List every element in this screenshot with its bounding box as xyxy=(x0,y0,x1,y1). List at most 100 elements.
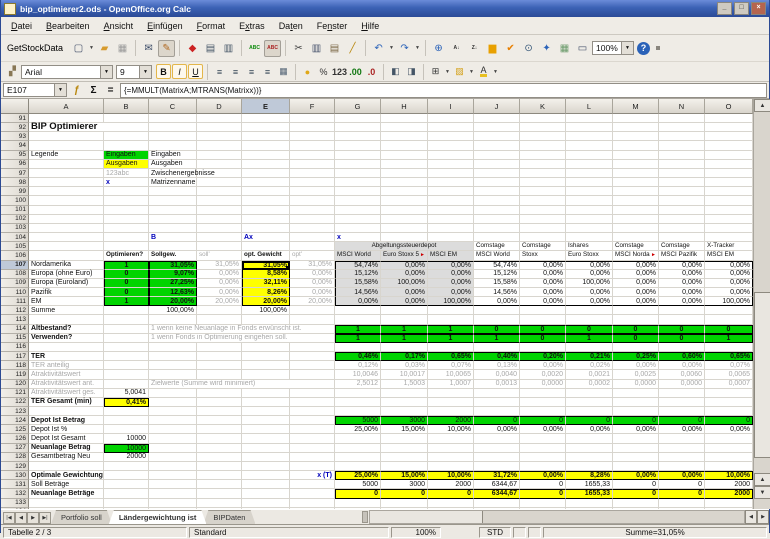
cell-H125[interactable]: 15,00% xyxy=(381,425,428,434)
cell-H94[interactable] xyxy=(381,141,428,150)
cell-G112[interactable] xyxy=(335,306,381,315)
cell-O99[interactable] xyxy=(705,187,753,196)
cell-A110[interactable]: Pazifik xyxy=(29,288,104,297)
row-header-113[interactable]: 113 xyxy=(1,315,29,324)
cell-K130[interactable]: 0,00% xyxy=(520,471,566,480)
row-header-108[interactable]: 108 xyxy=(1,270,29,279)
cell-I128[interactable] xyxy=(428,453,474,462)
cell-I115[interactable]: 1 xyxy=(428,334,474,343)
cell-M132[interactable]: 0 xyxy=(613,489,659,498)
cell-F122[interactable] xyxy=(290,398,335,407)
cell-B101[interactable] xyxy=(104,206,149,215)
cell-G116[interactable] xyxy=(335,343,381,352)
row-header-95[interactable]: 95 xyxy=(1,151,29,160)
cell-K125[interactable]: 0,00% xyxy=(520,425,566,434)
row-header-121[interactable]: 121 xyxy=(1,389,29,398)
row-header-124[interactable]: 124 xyxy=(1,416,29,425)
cell-F116[interactable] xyxy=(290,343,335,352)
cell-M124[interactable]: 0 xyxy=(613,416,659,425)
cell-H106[interactable]: Euro Stoxx 5► xyxy=(381,251,428,260)
cell-G126[interactable] xyxy=(335,434,381,443)
cell-N115[interactable]: 0 xyxy=(659,334,705,343)
cell-N100[interactable] xyxy=(659,196,705,205)
cell-A121[interactable]: Atraktivitätswert ges. xyxy=(29,389,104,398)
cell-G111[interactable]: 0,00% xyxy=(335,297,381,306)
cell-K117[interactable]: 0,20% xyxy=(520,352,566,361)
cell-D128[interactable] xyxy=(197,453,242,462)
cell-F107[interactable]: 31,05% xyxy=(290,261,335,270)
horizontal-scroll-thumb[interactable] xyxy=(370,511,483,523)
cell-O102[interactable] xyxy=(705,215,753,224)
row-header-107[interactable]: 107 xyxy=(1,261,29,270)
row-header-103[interactable]: 103 xyxy=(1,224,29,233)
cell-D95[interactable] xyxy=(197,151,242,160)
decrease-indent-icon[interactable]: ◧ xyxy=(388,64,403,79)
cell-K93[interactable] xyxy=(520,132,566,141)
cell-D112[interactable] xyxy=(197,306,242,315)
cell-A100[interactable] xyxy=(29,196,104,205)
cell-F112[interactable] xyxy=(290,306,335,315)
cell-B111[interactable]: 1 xyxy=(104,297,149,306)
row-header-127[interactable]: 127 xyxy=(1,444,29,453)
cell-G92[interactable] xyxy=(335,123,381,132)
cell-A108[interactable]: Europa (ohne Euro) xyxy=(29,270,104,279)
cell-B130[interactable] xyxy=(104,471,149,480)
navigator-icon[interactable]: ✦ xyxy=(538,40,555,57)
cell-C110[interactable]: 12,63% xyxy=(149,288,197,297)
cell-O121[interactable] xyxy=(705,389,753,398)
cell-C104[interactable]: B xyxy=(149,233,197,242)
align-left-icon[interactable]: ≡ xyxy=(212,64,227,79)
cell-G122[interactable] xyxy=(335,398,381,407)
cell-J111[interactable]: 0,00% xyxy=(474,297,520,306)
cell-K97[interactable] xyxy=(520,169,566,178)
row-header-125[interactable]: 125 xyxy=(1,425,29,434)
cell-A106[interactable] xyxy=(29,251,104,260)
cell-K101[interactable] xyxy=(520,206,566,215)
cell-A94[interactable] xyxy=(29,141,104,150)
cell-I132[interactable]: 0 xyxy=(428,489,474,498)
cell-J103[interactable] xyxy=(474,224,520,233)
tab-splitter-handle[interactable] xyxy=(362,511,368,523)
align-right-icon[interactable]: ≡ xyxy=(244,64,259,79)
cell-I125[interactable]: 10,00% xyxy=(428,425,474,434)
cell-F121[interactable] xyxy=(290,389,335,398)
cell-L132[interactable]: 1655,33 xyxy=(566,489,613,498)
row-header-116[interactable]: 116 xyxy=(1,343,29,352)
cell-J131[interactable]: 6344,67 xyxy=(474,480,520,489)
cell-L133[interactable] xyxy=(566,499,613,508)
cell-N92[interactable] xyxy=(659,123,705,132)
getstockdata-button[interactable]: GetStockData xyxy=(5,42,69,54)
cell-B102[interactable] xyxy=(104,215,149,224)
cell-I100[interactable] xyxy=(428,196,474,205)
cell-C100[interactable] xyxy=(149,196,197,205)
cell-F127[interactable] xyxy=(290,444,335,453)
cell-M128[interactable] xyxy=(613,453,659,462)
cell-D134[interactable] xyxy=(197,508,242,509)
cell-J93[interactable] xyxy=(474,132,520,141)
cell-M96[interactable] xyxy=(613,160,659,169)
cell-A133[interactable] xyxy=(29,499,104,508)
cell-G117[interactable]: 0,46% xyxy=(335,352,381,361)
cell-O94[interactable] xyxy=(705,141,753,150)
cell-J118[interactable]: 0,13% xyxy=(474,361,520,370)
cell-D118[interactable] xyxy=(197,361,242,370)
cell-L131[interactable]: 1655,33 xyxy=(566,480,613,489)
cell-O115[interactable]: 1 xyxy=(705,334,753,343)
cell-F104[interactable] xyxy=(290,233,335,242)
cell-L120[interactable]: 0,0002 xyxy=(566,380,613,389)
email-icon[interactable]: ✉ xyxy=(140,40,157,57)
cell-G115[interactable]: 1 xyxy=(335,334,381,343)
name-box[interactable]: E107 ▼ xyxy=(3,83,67,97)
cell-D103[interactable] xyxy=(197,224,242,233)
cell-G103[interactable] xyxy=(335,224,381,233)
cell-E112[interactable]: 100,00% xyxy=(242,306,290,315)
cell-G102[interactable] xyxy=(335,215,381,224)
cell-H123[interactable] xyxy=(381,407,428,416)
row-header-100[interactable]: 100 xyxy=(1,196,29,205)
cell-C92[interactable] xyxy=(149,123,197,132)
cell-N103[interactable] xyxy=(659,224,705,233)
cell-M120[interactable]: 0,0000 xyxy=(613,380,659,389)
cell-B110[interactable]: 0 xyxy=(104,288,149,297)
cell-G118[interactable]: 0,12% xyxy=(335,361,381,370)
cell-B129[interactable] xyxy=(104,462,149,471)
